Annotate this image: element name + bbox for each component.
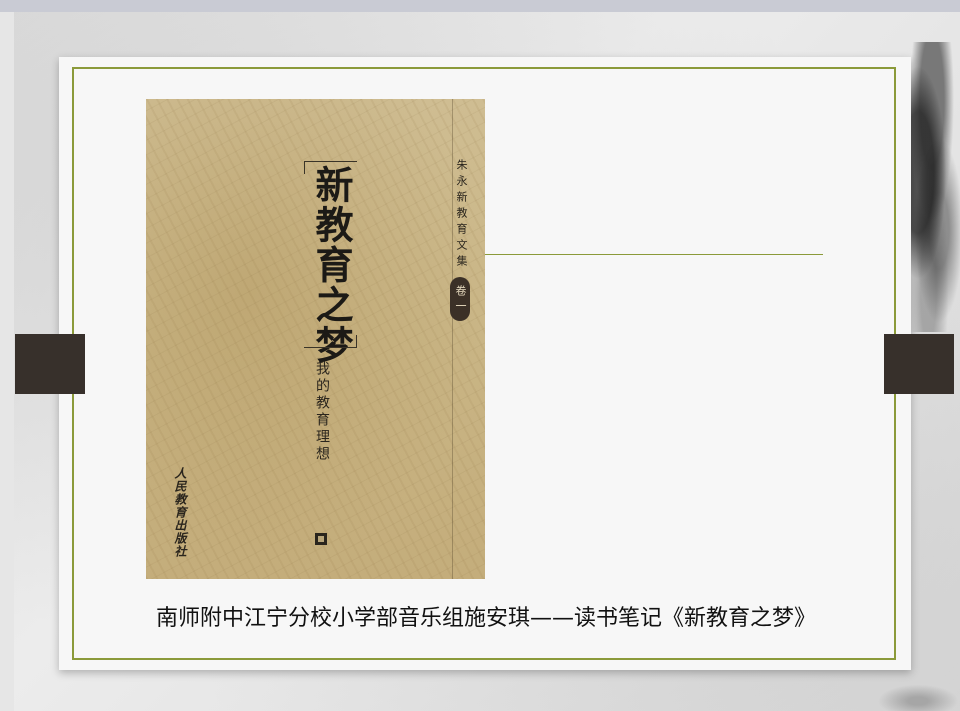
volume-badge: 卷一 (450, 277, 470, 321)
window-top-bar (0, 0, 960, 12)
book-series: 朱永新教育文集 (455, 159, 468, 271)
book-subtitle: 我的教育理想 (314, 361, 330, 463)
title-bracket-bottom (304, 335, 357, 348)
book-cover-image: 新教育之梦 我的教育理想 朱永新教育文集 卷一 人民教育出版社 (146, 99, 485, 579)
slide-caption: 南师附中江宁分校小学部音乐组施安琪——读书笔记《新教育之梦》 (155, 606, 816, 631)
publisher-name: 人民教育出版社 (173, 467, 187, 558)
publisher-logo-icon (315, 533, 327, 545)
decorative-line (485, 254, 823, 255)
left-side-tab (15, 334, 85, 394)
right-side-tab (884, 334, 954, 394)
